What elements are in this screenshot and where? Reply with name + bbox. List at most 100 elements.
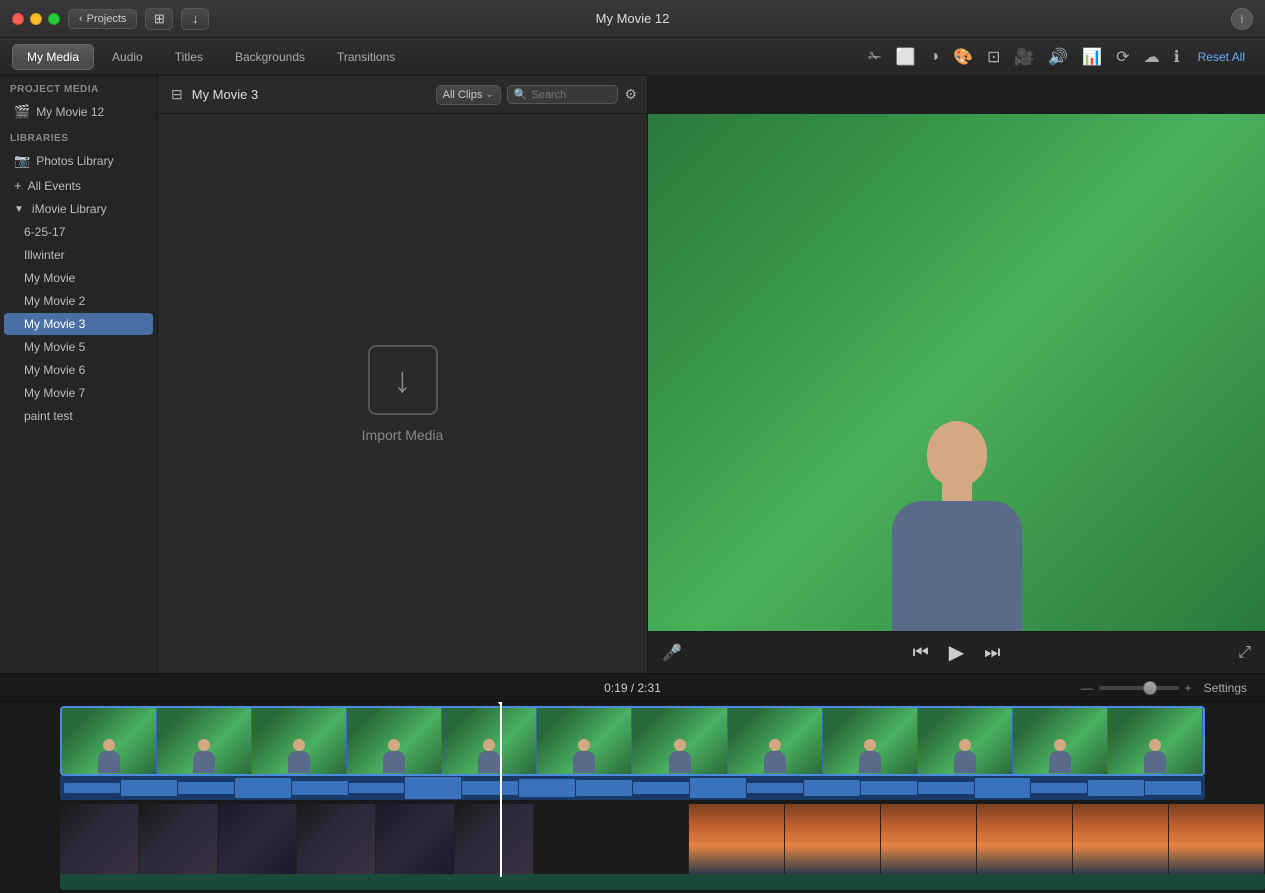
waveform-bar	[576, 780, 632, 796]
grid-toggle-icon[interactable]: ⊟	[168, 83, 186, 106]
sidebar-item-label: My Movie 5	[24, 340, 85, 354]
timeline-settings-button[interactable]: Settings	[1198, 679, 1253, 697]
add-icon: +	[14, 178, 22, 193]
back-projects-button[interactable]: ‹ Projects	[68, 9, 137, 29]
fullscreen-button[interactable]: ⤢	[1238, 644, 1251, 662]
playhead-line	[500, 702, 502, 877]
import-icon: ↓	[368, 345, 438, 415]
video-person	[857, 411, 1057, 631]
download-button[interactable]: ↓	[181, 8, 209, 30]
crop-icon[interactable]: ⊡	[983, 43, 1004, 71]
waveform-bar	[1031, 783, 1087, 794]
search-icon: 🔍	[514, 88, 528, 101]
waveform-bar	[64, 783, 120, 793]
sidebar-item-label: My Movie 6	[24, 363, 85, 377]
lower-track-segment-1[interactable]	[60, 804, 534, 874]
sidebar-item-my-movie-6[interactable]: My Movie 6	[4, 359, 153, 381]
sidebar: Project Media 🎬 My Movie 12 Libraries 📷 …	[0, 76, 158, 673]
tab-transitions[interactable]: Transitions	[323, 45, 409, 69]
sidebar-item-my-movie-12[interactable]: 🎬 My Movie 12	[4, 100, 153, 124]
person-neck	[942, 481, 972, 501]
close-button[interactable]	[12, 13, 24, 25]
grid-view-button[interactable]: ⊞	[145, 8, 173, 30]
info-button[interactable]: i	[1231, 8, 1253, 30]
sidebar-item-6-25-17[interactable]: 6-25-17	[4, 221, 153, 243]
media-content: ↓ Import Media	[158, 114, 647, 673]
play-pause-button[interactable]: ▶	[949, 640, 964, 665]
sidebar-item-illwinter[interactable]: Illwinter	[4, 244, 153, 266]
stabilize-icon[interactable]: ⟳	[1112, 43, 1133, 71]
waveform-bar	[462, 781, 518, 794]
clips-filter-dropdown[interactable]: All Clips ⌄	[436, 85, 501, 105]
tab-titles[interactable]: Titles	[161, 45, 217, 69]
main-video-track[interactable]	[60, 706, 1205, 776]
sidebar-item-label: 6-25-17	[24, 225, 65, 239]
waveform-bar	[804, 780, 860, 797]
sidebar-item-imovie-library[interactable]: ▼ iMovie Library	[4, 198, 153, 220]
sidebar-item-my-movie-5[interactable]: My Movie 5	[4, 336, 153, 358]
sidebar-item-label: My Movie 2	[24, 294, 85, 308]
color-icon[interactable]: 🎨	[949, 43, 977, 71]
go-to-start-button[interactable]: ⏮	[913, 642, 929, 663]
reset-all-button[interactable]: Reset All	[1190, 46, 1253, 68]
window-title: My Movie 12	[596, 11, 670, 26]
toolbar: My Media Audio Titles Backgrounds Transi…	[0, 38, 1265, 76]
import-label: Import Media	[362, 427, 444, 443]
sidebar-item-my-movie-2[interactable]: My Movie 2	[4, 290, 153, 312]
audio-icon[interactable]: 🔊	[1044, 43, 1072, 71]
tab-my-media[interactable]: My Media	[12, 44, 94, 70]
microphone-button[interactable]: 🎤	[662, 643, 682, 663]
tab-backgrounds[interactable]: Backgrounds	[221, 45, 319, 69]
lower-tracks	[60, 804, 1265, 874]
waveform-bar	[690, 778, 746, 798]
waveform-bar	[292, 781, 348, 795]
track-frame-2	[157, 708, 252, 774]
zoom-out-icon[interactable]: —	[1081, 681, 1093, 695]
info-tool-icon[interactable]: ℹ	[1170, 43, 1184, 71]
audio-waveform	[60, 776, 1205, 800]
sidebar-item-my-movie-7[interactable]: My Movie 7	[4, 382, 153, 404]
sidebar-item-label: paint test	[24, 409, 73, 423]
photos-icon: 📷	[14, 153, 30, 169]
traffic-lights	[12, 13, 60, 25]
transform-icon[interactable]: ⬜	[891, 43, 919, 71]
sidebar-item-label: All Events	[28, 179, 81, 193]
sidebar-item-label: Photos Library	[36, 154, 113, 168]
minimize-button[interactable]	[30, 13, 42, 25]
search-input[interactable]	[531, 89, 611, 101]
go-to-end-button[interactable]: ⏭	[984, 642, 1000, 663]
person-shape	[867, 421, 1047, 631]
filter-icon[interactable]: ◑	[925, 44, 943, 70]
lower-frame-5	[376, 804, 455, 874]
cloud-icon[interactable]: ☁	[1140, 43, 1164, 71]
sidebar-item-all-events[interactable]: + All Events	[4, 174, 153, 197]
lower-audio-track	[60, 874, 1265, 890]
sidebar-item-paint-test[interactable]: paint test	[4, 405, 153, 427]
waveform-bar	[519, 779, 575, 797]
chart-icon[interactable]: 📊	[1078, 43, 1106, 71]
waveform-bar	[918, 782, 974, 794]
timeline-tracks	[0, 702, 1265, 893]
current-time: 0:19	[604, 681, 627, 695]
waveform-bar	[1088, 780, 1144, 797]
tab-audio[interactable]: Audio	[98, 45, 157, 69]
zoom-in-icon[interactable]: +	[1185, 681, 1192, 695]
sidebar-item-label: Illwinter	[24, 248, 65, 262]
camera-icon[interactable]: 🎥	[1010, 43, 1038, 71]
gear-icon[interactable]: ⚙	[624, 86, 637, 103]
sidebar-item-my-movie[interactable]: My Movie	[4, 267, 153, 289]
sidebar-item-label: My Movie 7	[24, 386, 85, 400]
zoom-slider[interactable]	[1099, 686, 1179, 690]
lower-track-segment-2[interactable]	[593, 804, 1265, 874]
libraries-header: Libraries	[0, 125, 157, 148]
maximize-button[interactable]	[48, 13, 60, 25]
sidebar-item-my-movie-3[interactable]: My Movie 3	[4, 313, 153, 335]
main-area: Project Media 🎬 My Movie 12 Libraries 📷 …	[0, 76, 1265, 673]
waveform-bar	[861, 781, 917, 795]
playback-controls: 🎤 ⏮ ▶ ⏭ ⤢	[648, 631, 1265, 673]
waveform-bar	[178, 782, 234, 794]
toolbar-right: ✁ ⬜ ◑ 🎨 ⊡ 🎥 🔊 📊 ⟳ ☁ ℹ Reset All	[864, 43, 1253, 71]
crop-tool-icon[interactable]: ✁	[864, 43, 885, 71]
waveform-bar	[405, 777, 461, 799]
sidebar-item-photos-library[interactable]: 📷 Photos Library	[4, 149, 153, 173]
